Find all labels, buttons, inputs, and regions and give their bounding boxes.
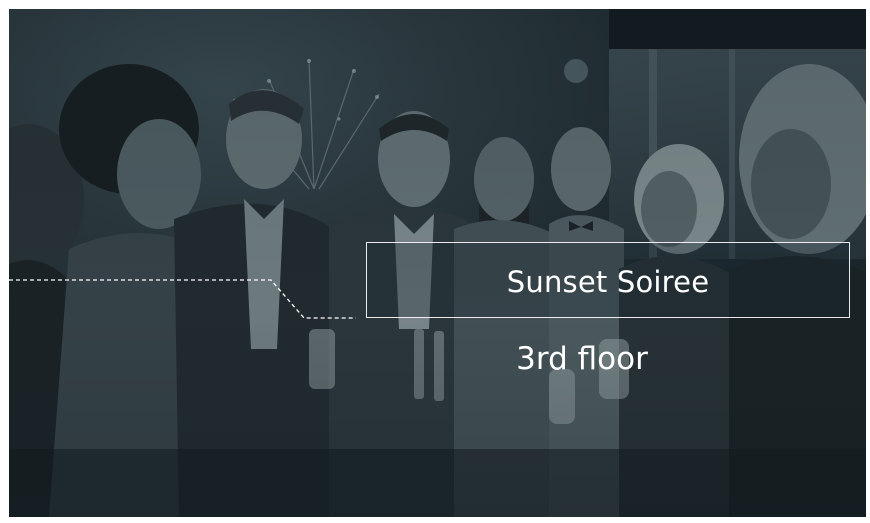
event-title: Sunset Soiree: [506, 265, 710, 299]
event-location: 3rd floor: [516, 341, 648, 377]
event-title-box: Sunset Soiree: [366, 242, 850, 318]
event-banner: Sunset Soiree 3rd floor: [9, 9, 866, 517]
